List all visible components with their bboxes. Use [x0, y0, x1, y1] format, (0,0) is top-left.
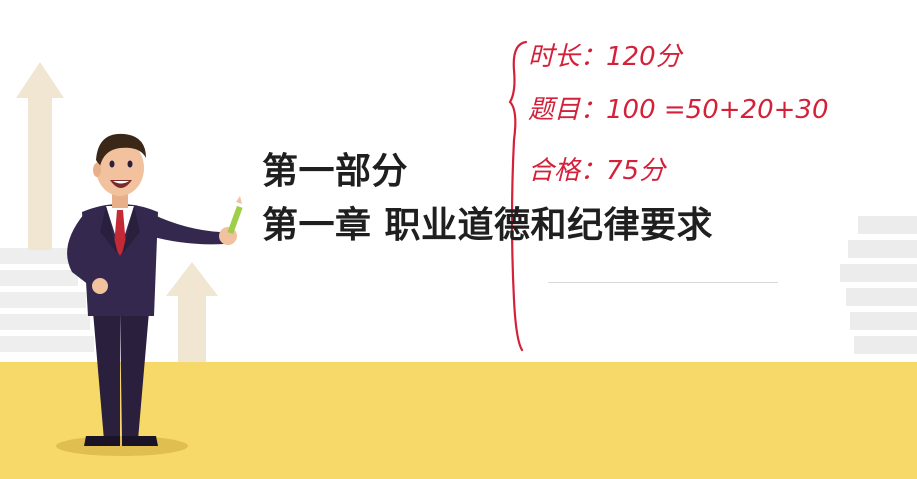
questions-annotation: 题目：100 =50+20+30 — [528, 95, 829, 125]
right-stairs-decoration — [840, 216, 917, 354]
pass-score-annotation: 合格：75分 — [528, 156, 666, 186]
part-title: 第一部分 — [262, 151, 409, 192]
chapter-title: 第一章 职业道德和纪律要求 — [262, 205, 714, 246]
duration-annotation: 时长：120分 — [528, 42, 682, 72]
slide-canvas: 第一部分 第一章 职业道德和纪律要求 时长：120分 题目：100 =50+20… — [0, 0, 917, 479]
divider-line — [548, 282, 778, 283]
up-arrow-decoration — [16, 62, 64, 250]
up-arrow-small-decoration — [166, 262, 218, 362]
